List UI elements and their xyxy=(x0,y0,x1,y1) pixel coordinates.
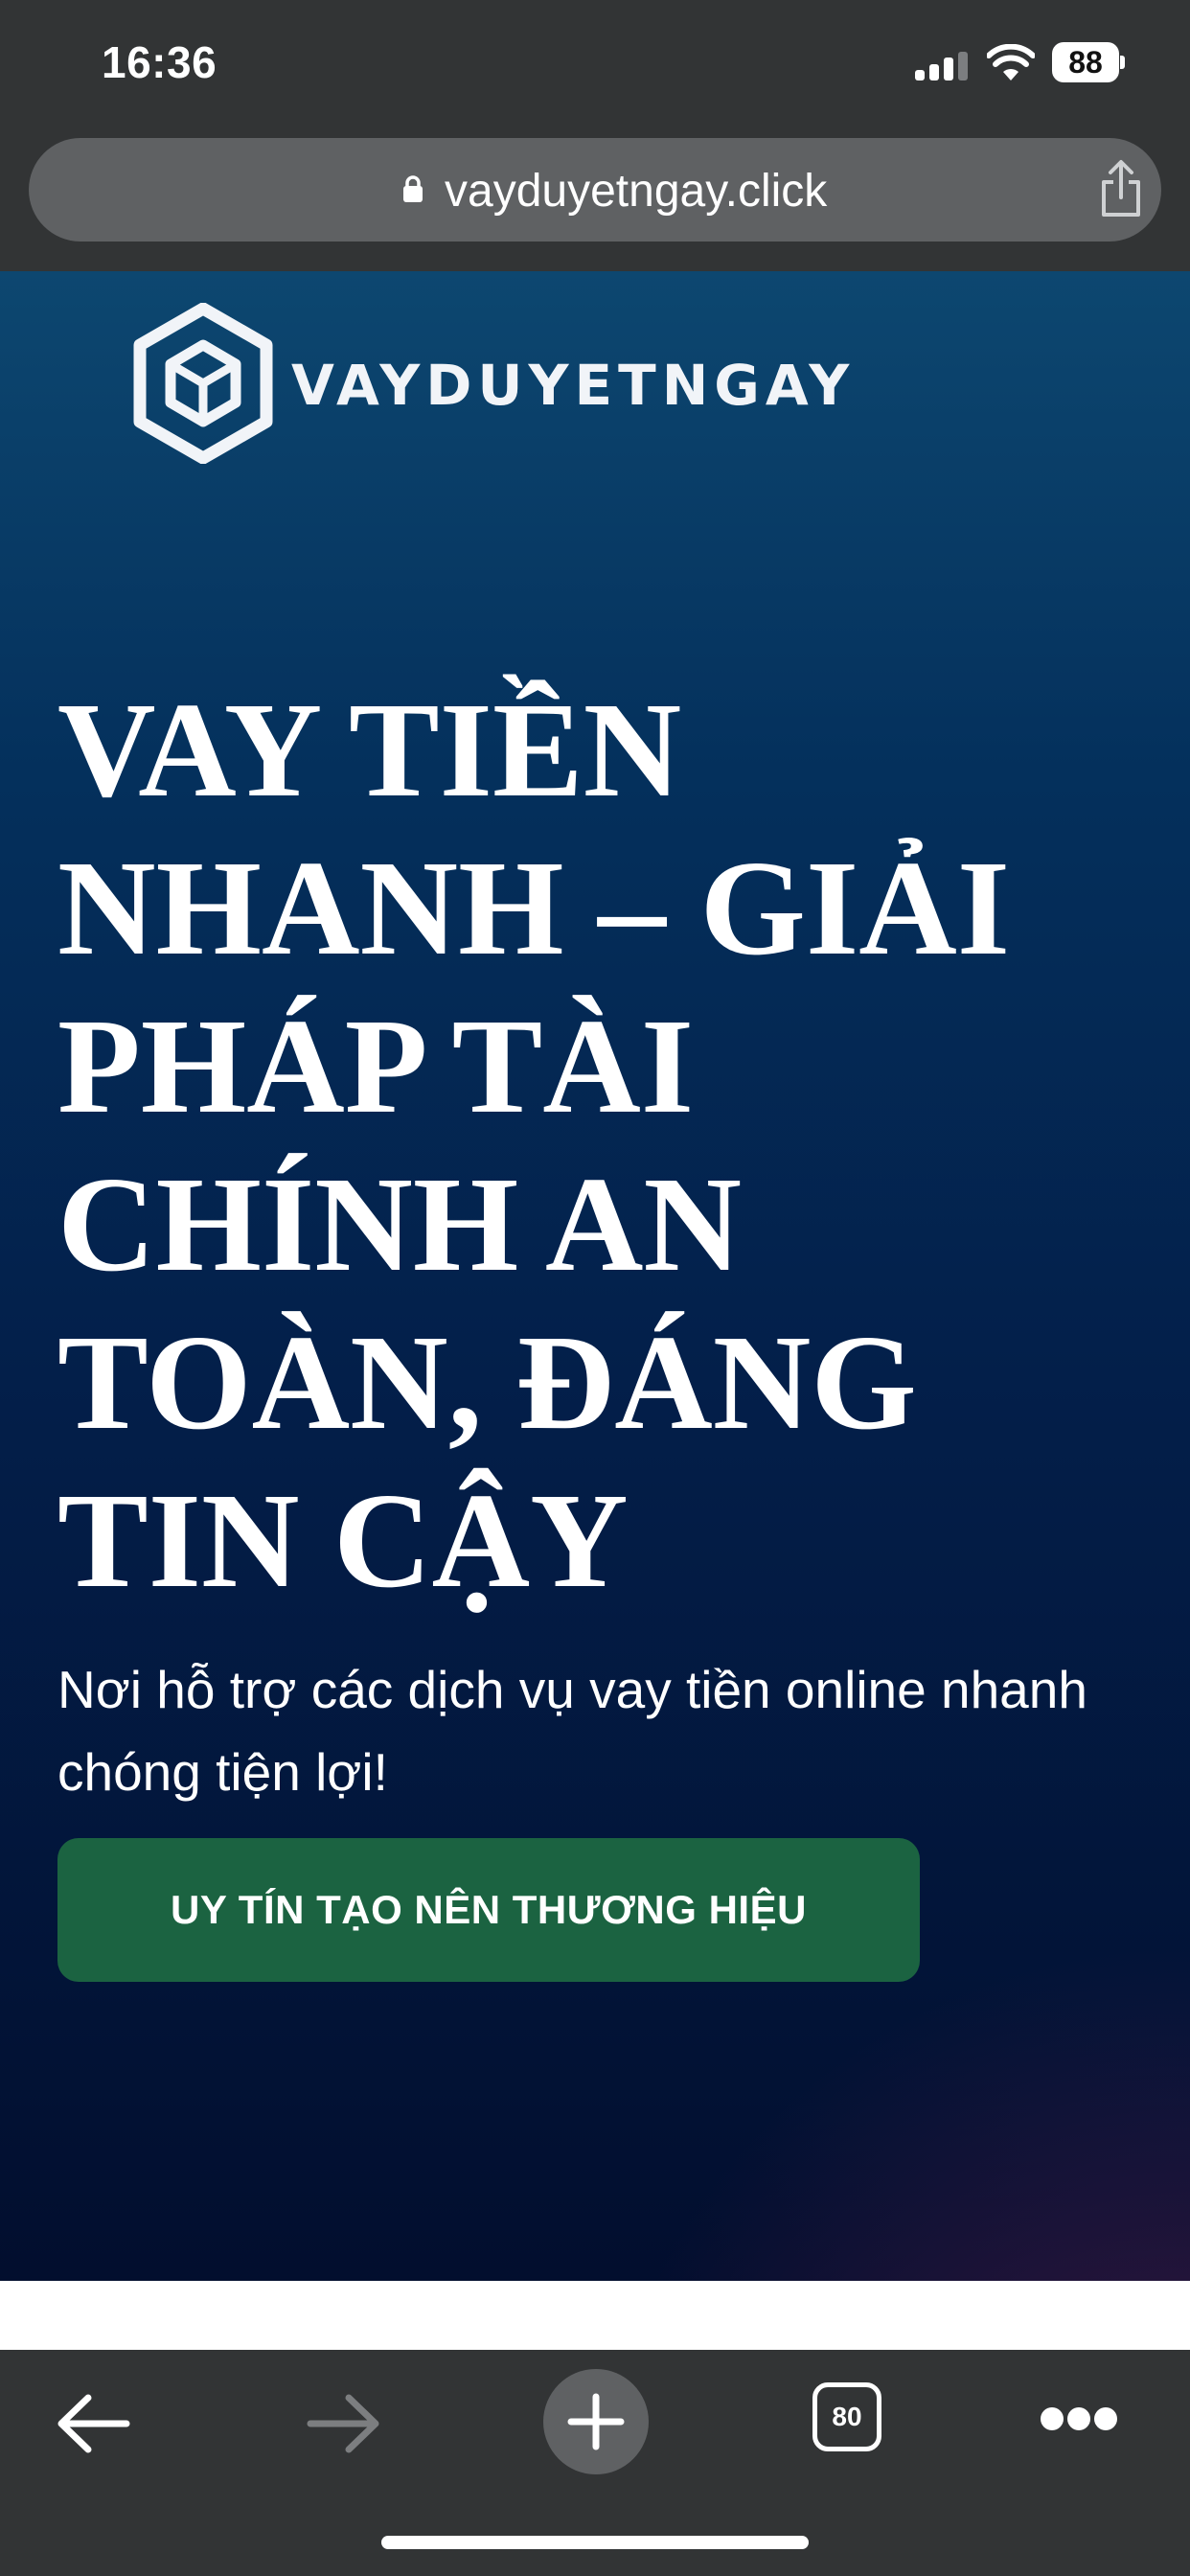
hero-headline: VAY TIỀN NHANH – GIẢI PHÁP TÀI CHÍNH AN … xyxy=(57,674,1011,1616)
forward-arrow-icon[interactable] xyxy=(307,2390,381,2457)
tabs-icon[interactable]: 80 xyxy=(812,2382,881,2451)
url-text[interactable]: vayduyetngay.click xyxy=(445,165,827,218)
new-tab-button[interactable] xyxy=(543,2369,649,2474)
site-logo[interactable]: VAYDUYETNGAY xyxy=(132,303,849,466)
brand-trust-button[interactable]: UY TÍN TẠO NÊN THƯƠNG HIỆU xyxy=(57,1838,920,1982)
back-arrow-icon[interactable] xyxy=(56,2390,130,2457)
share-icon[interactable] xyxy=(1094,159,1148,220)
signal-icon xyxy=(915,52,969,80)
status-bar: 16:36 88 xyxy=(0,0,1190,134)
wifi-icon xyxy=(987,44,1035,80)
more-icon[interactable] xyxy=(1041,2407,1117,2432)
status-time: 16:36 xyxy=(102,37,217,87)
plus-icon xyxy=(567,2393,625,2450)
cube-logo-icon xyxy=(133,303,273,464)
content-below-hero xyxy=(0,2281,1190,2350)
battery-icon: 88 xyxy=(1052,42,1125,82)
tabs-count: 80 xyxy=(832,2402,862,2431)
home-indicator[interactable] xyxy=(381,2536,809,2549)
battery-level: 88 xyxy=(1052,42,1119,82)
logo-text: VAYDUYETNGAY xyxy=(291,353,856,418)
address-bar[interactable]: vayduyetngay.click xyxy=(29,138,1161,242)
lock-icon xyxy=(403,175,423,202)
hero-subtitle: Nơi hỗ trợ các dịch vụ vay tiền online n… xyxy=(57,1660,1087,1802)
